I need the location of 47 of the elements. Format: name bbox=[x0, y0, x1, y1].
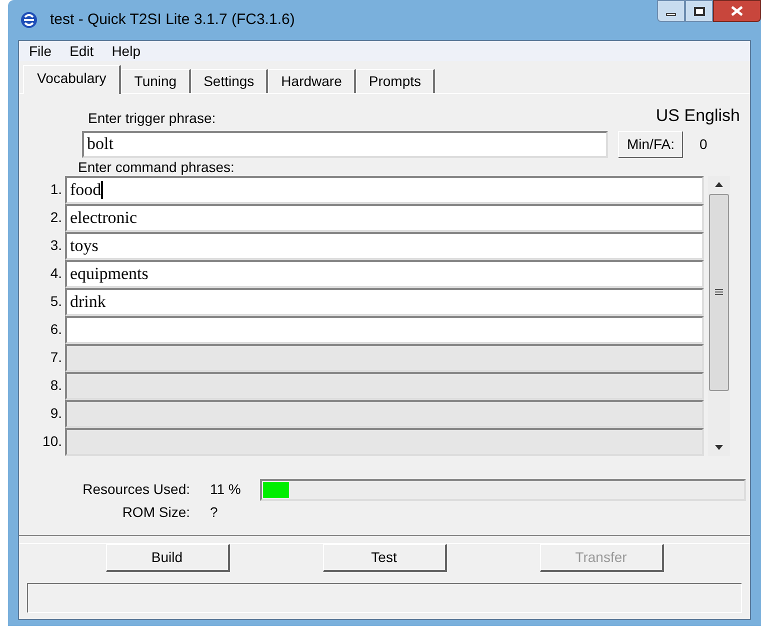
row-number: 8. bbox=[49, 376, 63, 395]
app-logo-icon bbox=[20, 11, 38, 29]
close-button[interactable] bbox=[713, 0, 761, 22]
action-button[interactable]: Build bbox=[106, 544, 230, 572]
language-label: US English bbox=[656, 105, 740, 127]
scrollbar[interactable] bbox=[708, 176, 730, 456]
close-icon bbox=[731, 6, 743, 16]
resources-label: Resources Used: bbox=[82, 480, 190, 499]
tab[interactable]: Vocabulary bbox=[23, 65, 122, 94]
row-number: 5. bbox=[49, 292, 63, 311]
action-button[interactable]: Test bbox=[322, 544, 446, 572]
tab[interactable]: Hardware bbox=[268, 69, 356, 93]
scroll-up-icon bbox=[715, 182, 723, 186]
commands-label: Enter command phrases: bbox=[78, 158, 236, 176]
command-field[interactable] bbox=[65, 316, 704, 344]
window-title: test - Quick T2SI Lite 3.1.7 (FC3.1.6) bbox=[50, 10, 295, 30]
menu-item[interactable]: File bbox=[21, 40, 60, 62]
rom-value: ? bbox=[210, 502, 218, 522]
min-fa-value: 0 bbox=[699, 134, 708, 154]
tab[interactable]: Prompts bbox=[356, 69, 435, 93]
tab[interactable]: Tuning bbox=[121, 69, 191, 93]
command-field[interactable]: drink bbox=[65, 288, 704, 316]
row-number: 1. bbox=[49, 180, 63, 199]
min-fa-button[interactable]: Min/FA: bbox=[618, 130, 684, 158]
rom-label: ROM Size: bbox=[121, 502, 190, 522]
trigger-field[interactable]: bolt bbox=[82, 130, 608, 158]
row-number: 6. bbox=[49, 320, 63, 339]
command-field[interactable]: food bbox=[65, 176, 704, 204]
trigger-label: Enter trigger phrase: bbox=[88, 108, 217, 128]
row-number: 2. bbox=[49, 208, 63, 227]
row-number: 3. bbox=[49, 236, 63, 255]
tab[interactable]: Settings bbox=[190, 69, 268, 93]
scroll-down-icon bbox=[715, 444, 723, 450]
scroll-thumb[interactable] bbox=[709, 194, 729, 390]
minimize-button[interactable] bbox=[657, 0, 685, 22]
resources-reading: 11 % bbox=[210, 480, 242, 499]
row-number: 4. bbox=[49, 264, 63, 283]
row-number: 10. bbox=[42, 432, 63, 451]
menu-item[interactable]: Help bbox=[104, 40, 148, 62]
maximize-button[interactable] bbox=[685, 0, 713, 22]
menu-item[interactable]: Edit bbox=[62, 40, 102, 62]
command-field[interactable]: equipments bbox=[65, 260, 704, 288]
row-number: 7. bbox=[49, 348, 63, 367]
row-number: 9. bbox=[49, 404, 63, 423]
grip-icon bbox=[715, 289, 723, 295]
command-field[interactable]: toys bbox=[65, 232, 704, 260]
command-field[interactable]: electronic bbox=[65, 204, 704, 232]
